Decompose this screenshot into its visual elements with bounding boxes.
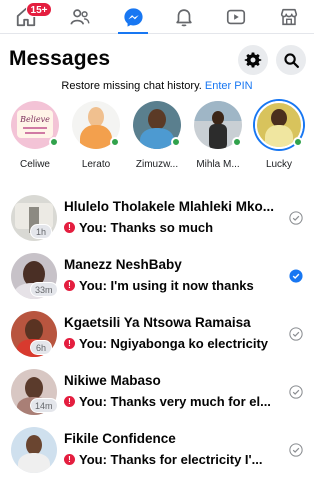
notifications-tab[interactable]: [170, 5, 198, 29]
chat-row[interactable]: 14m Nikiwe Mabaso ! You: Thanks very muc…: [0, 367, 314, 425]
story-name: Zimuzw...: [135, 159, 179, 170]
story-item[interactable]: Believe Celiwe: [6, 101, 64, 170]
sent-check-icon: [289, 211, 303, 225]
time-badge: 1h: [30, 224, 52, 239]
chat-name: Manezz NeshBaby: [64, 257, 182, 272]
chat-preview: ! You: Thanks so much: [64, 220, 286, 235]
top-nav: 15+: [0, 0, 314, 34]
delivered-check-icon: [289, 269, 303, 283]
sent-check-icon: [289, 327, 303, 341]
search-icon: [283, 52, 299, 68]
restore-text: Restore missing chat history.: [61, 80, 202, 92]
bell-icon: [176, 9, 192, 27]
online-indicator: [49, 137, 59, 147]
story-item[interactable]: Mihla M...: [189, 101, 247, 170]
messenger-icon: [123, 7, 143, 27]
video-icon: [226, 9, 246, 25]
chat-row[interactable]: 6h Kgaetsili Ya Ntsowa Ramaisa ! You: Ng…: [0, 309, 314, 367]
chat-preview: ! You: Thanks very much for el...: [64, 394, 286, 409]
chat-preview-text: You: Thanks so much: [79, 220, 214, 235]
messenger-tab[interactable]: [119, 5, 147, 29]
chat-name: Nikiwe Mabaso: [64, 373, 161, 388]
chat-row[interactable]: 33m Manezz NeshBaby ! You: I'm using it …: [0, 251, 314, 309]
settings-button[interactable]: [238, 45, 268, 75]
avatar: [255, 101, 303, 149]
alert-icon: !: [64, 396, 75, 407]
avatar: [11, 427, 57, 473]
story-item[interactable]: Zimuzw...: [128, 101, 186, 170]
avatar: [194, 101, 242, 149]
online-indicator: [232, 137, 242, 147]
sent-check-icon: [289, 443, 303, 457]
story-name: Lerato: [81, 159, 111, 170]
sent-check-icon: [289, 385, 303, 399]
alert-icon: !: [64, 280, 75, 291]
chat-row[interactable]: Fikile Confidence ! You: Thanks for elec…: [0, 425, 314, 482]
friends-tab[interactable]: [66, 5, 94, 29]
story-name: Lucky: [265, 159, 293, 170]
alert-icon: !: [64, 222, 75, 233]
chat-name: Fikile Confidence: [64, 431, 176, 446]
online-indicator: [110, 137, 120, 147]
avatar: [72, 101, 120, 149]
restore-banner: Restore missing chat history. Enter PIN: [0, 80, 314, 92]
search-button[interactable]: [276, 45, 306, 75]
chat-preview: ! You: I'm using it now thanks: [64, 278, 286, 293]
chat-preview: ! You: Ngiyabonga ko electricity: [64, 336, 286, 351]
time-badge: 6h: [30, 340, 52, 355]
avatar: Believe: [11, 101, 59, 149]
story-name: Celiwe: [19, 159, 50, 170]
online-indicator: [171, 137, 181, 147]
chat-preview-text: You: I'm using it now thanks: [79, 278, 254, 293]
friends-icon: [70, 9, 90, 25]
active-tab-indicator: [118, 32, 148, 34]
chat-preview-text: You: Thanks very much for el...: [79, 394, 271, 409]
chat-row[interactable]: 1h Hlulelo Tholakele Mlahleki Mko... ! Y…: [0, 193, 314, 251]
chat-name: Hlulelo Tholakele Mlahleki Mko...: [64, 199, 275, 214]
time-badge: 14m: [30, 398, 58, 413]
video-tab[interactable]: [222, 5, 250, 29]
chat-preview-text: You: Thanks for electricity I'...: [79, 452, 263, 467]
time-badge: 33m: [30, 282, 58, 297]
alert-icon: !: [64, 454, 75, 465]
page-title: Messages: [9, 47, 111, 70]
marketplace-tab[interactable]: [275, 5, 303, 29]
story-item[interactable]: Lucky: [250, 101, 308, 170]
chat-preview: ! You: Thanks for electricity I'...: [64, 452, 286, 467]
alert-icon: !: [64, 338, 75, 349]
online-indicator: [293, 137, 303, 147]
story-item[interactable]: Lerato: [67, 101, 125, 170]
chat-name: Kgaetsili Ya Ntsowa Ramaisa: [64, 315, 251, 330]
gear-icon: [244, 52, 262, 68]
chat-preview-text: You: Ngiyabonga ko electricity: [79, 336, 269, 351]
notification-badge: 15+: [26, 2, 52, 17]
avatar-text: Believe: [20, 115, 50, 124]
marketplace-icon: [280, 8, 298, 26]
enter-pin-link[interactable]: Enter PIN: [205, 80, 253, 92]
story-name: Mihla M...: [196, 159, 240, 170]
avatar: [133, 101, 181, 149]
